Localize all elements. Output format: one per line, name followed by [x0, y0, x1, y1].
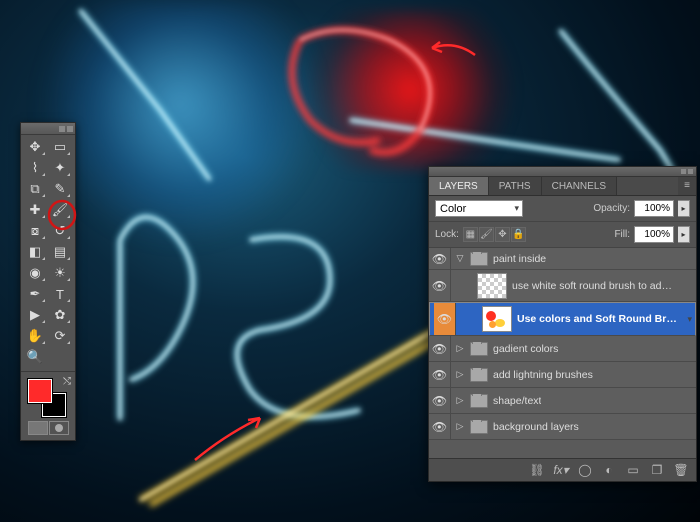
dodge-tool[interactable]: ☀	[48, 263, 72, 283]
mask-icon[interactable]: ◯	[576, 463, 594, 477]
panel-footer: ⛓ fx▾ ◯ ◐ ▭ ❐ 🗑	[429, 458, 696, 481]
visibility-toggle[interactable]: 👁	[429, 270, 451, 301]
lock-icons: ▦🖌✥🔒	[463, 227, 527, 242]
disclosure-icon[interactable]: ▷	[455, 395, 465, 406]
layer-white-brush[interactable]: 👁 use white soft round brush to add...	[429, 270, 696, 302]
blend-mode-select[interactable]: Color	[435, 200, 523, 217]
toolbox-grid: ✥ ▭ ⌇ ✦ ⧉ ✎ ✚ 🖌 ⧇ ↺ ◧ ▤ ◉ ☀ ✒ T ▶ ✿ ✋ ⟳ …	[21, 135, 75, 369]
lock-all-icon[interactable]: 🔒	[511, 227, 526, 242]
standard-mode-icon[interactable]	[28, 421, 48, 435]
folder-icon	[470, 394, 488, 408]
lock-transparency-icon[interactable]: ▦	[463, 227, 478, 242]
layer-group-background[interactable]: 👁 ▷ background layers	[429, 414, 696, 440]
layer-thumbnail[interactable]	[482, 306, 512, 332]
disclosure-icon[interactable]: ▷	[455, 343, 465, 354]
layer-name[interactable]: shape/text	[493, 395, 541, 407]
folder-icon	[470, 368, 488, 382]
disclosure-icon[interactable]: ▷	[455, 369, 465, 380]
toolbox-header[interactable]	[21, 123, 75, 135]
hand-tool[interactable]: ✋	[23, 326, 47, 346]
adjustment-icon[interactable]: ◐	[600, 463, 618, 477]
path-select-tool[interactable]: ▶	[23, 305, 47, 325]
folder-icon	[470, 420, 488, 434]
move-tool[interactable]: ✥	[23, 137, 47, 157]
folder-icon	[470, 252, 488, 266]
link-layers-icon[interactable]: ⛓	[528, 463, 546, 477]
panel-menu-icon[interactable]: ≡	[678, 177, 696, 195]
visibility-toggle[interactable]: 👁	[429, 362, 451, 387]
layer-group-shape-text[interactable]: 👁 ▷ shape/text	[429, 388, 696, 414]
quickmask-mode-icon[interactable]	[49, 421, 69, 435]
visibility-toggle[interactable]: 👁	[429, 414, 451, 439]
swap-colors-icon[interactable]: ⤭	[63, 376, 71, 387]
tab-paths[interactable]: PATHS	[489, 177, 542, 195]
opacity-flyout-icon[interactable]: ▸	[678, 200, 690, 217]
red-glow	[280, 10, 540, 170]
history-brush-tool[interactable]: ↺	[48, 221, 72, 241]
magic-wand-tool[interactable]: ✦	[48, 158, 72, 178]
healing-brush-tool[interactable]: ✚	[23, 200, 47, 220]
layer-group-paint-inside[interactable]: 👁 ▽ paint inside	[429, 248, 696, 270]
opacity-input[interactable]: 100%	[634, 200, 674, 217]
rotate-view-tool[interactable]: ⟳	[48, 326, 72, 346]
layer-name[interactable]: use white soft round brush to add...	[512, 280, 672, 292]
visibility-toggle[interactable]: 👁	[434, 303, 456, 335]
eyedropper-tool[interactable]: ✎	[48, 179, 72, 199]
lock-paint-icon[interactable]: 🖌	[479, 227, 494, 242]
crop-tool[interactable]: ⧉	[23, 179, 47, 199]
toolbox-panel: ✥ ▭ ⌇ ✦ ⧉ ✎ ✚ 🖌 ⧇ ↺ ◧ ▤ ◉ ☀ ✒ T ▶ ✿ ✋ ⟳ …	[20, 122, 76, 441]
folder-icon	[470, 342, 488, 356]
fill-input[interactable]: 100%	[634, 226, 674, 243]
opacity-label: Opacity:	[593, 203, 630, 214]
lock-fill-row: Lock: ▦🖌✥🔒 Fill: 100% ▸	[429, 222, 696, 248]
layer-group-lightning[interactable]: 👁 ▷ add lightning brushes	[429, 362, 696, 388]
layer-thumbnail[interactable]	[477, 273, 507, 299]
foreground-color-swatch[interactable]	[27, 378, 53, 404]
new-layer-icon[interactable]: ❐	[648, 463, 666, 477]
tool-blank	[48, 347, 72, 367]
visibility-toggle[interactable]: 👁	[429, 388, 451, 413]
panel-header[interactable]	[429, 167, 696, 177]
tab-layers[interactable]: LAYERS	[429, 177, 489, 195]
quickmask-toggle	[21, 418, 75, 440]
layer-name[interactable]: background layers	[493, 421, 579, 433]
layer-colors-soft-round[interactable]: 👁 Use colors and Soft Round Bru...	[429, 302, 696, 336]
layers-list: 👁 ▽ paint inside 👁 use white soft round …	[429, 248, 696, 458]
layer-name[interactable]: add lightning brushes	[493, 369, 593, 381]
blur-tool[interactable]: ◉	[23, 263, 47, 283]
layer-name[interactable]: paint inside	[493, 253, 546, 265]
gradient-tool[interactable]: ▤	[48, 242, 72, 262]
eraser-tool[interactable]: ◧	[23, 242, 47, 262]
lock-label: Lock:	[435, 229, 459, 240]
layer-group-gradient[interactable]: 👁 ▷ gadient colors	[429, 336, 696, 362]
fill-label: Fill:	[614, 229, 630, 240]
layers-panel: LAYERS PATHS CHANNELS ≡ Color Opacity: 1…	[428, 166, 697, 482]
brush-tool[interactable]: 🖌	[48, 200, 72, 220]
blend-opacity-row: Color Opacity: 100% ▸	[429, 196, 696, 222]
layer-name[interactable]: Use colors and Soft Round Bru...	[517, 313, 677, 325]
delete-layer-icon[interactable]: 🗑	[672, 463, 690, 477]
tab-channels[interactable]: CHANNELS	[542, 177, 617, 195]
lock-position-icon[interactable]: ✥	[495, 227, 510, 242]
marquee-tool[interactable]: ▭	[48, 137, 72, 157]
disclosure-icon[interactable]: ▽	[455, 253, 465, 264]
fx-icon[interactable]: fx▾	[552, 463, 570, 477]
fill-flyout-icon[interactable]: ▸	[678, 226, 690, 243]
panel-tabs: LAYERS PATHS CHANNELS ≡	[429, 177, 696, 196]
lasso-tool[interactable]: ⌇	[23, 158, 47, 178]
visibility-toggle[interactable]: 👁	[429, 336, 451, 361]
shape-tool[interactable]: ✿	[48, 305, 72, 325]
visibility-toggle[interactable]: 👁	[429, 248, 451, 269]
type-tool[interactable]: T	[48, 284, 72, 304]
clone-stamp-tool[interactable]: ⧇	[23, 221, 47, 241]
zoom-tool[interactable]: 🔍	[23, 347, 47, 367]
pen-tool[interactable]: ✒	[23, 284, 47, 304]
color-swatches: ⤭	[21, 374, 75, 418]
new-group-icon[interactable]: ▭	[624, 463, 642, 477]
disclosure-icon[interactable]: ▷	[455, 421, 465, 432]
layer-name[interactable]: gadient colors	[493, 343, 558, 355]
